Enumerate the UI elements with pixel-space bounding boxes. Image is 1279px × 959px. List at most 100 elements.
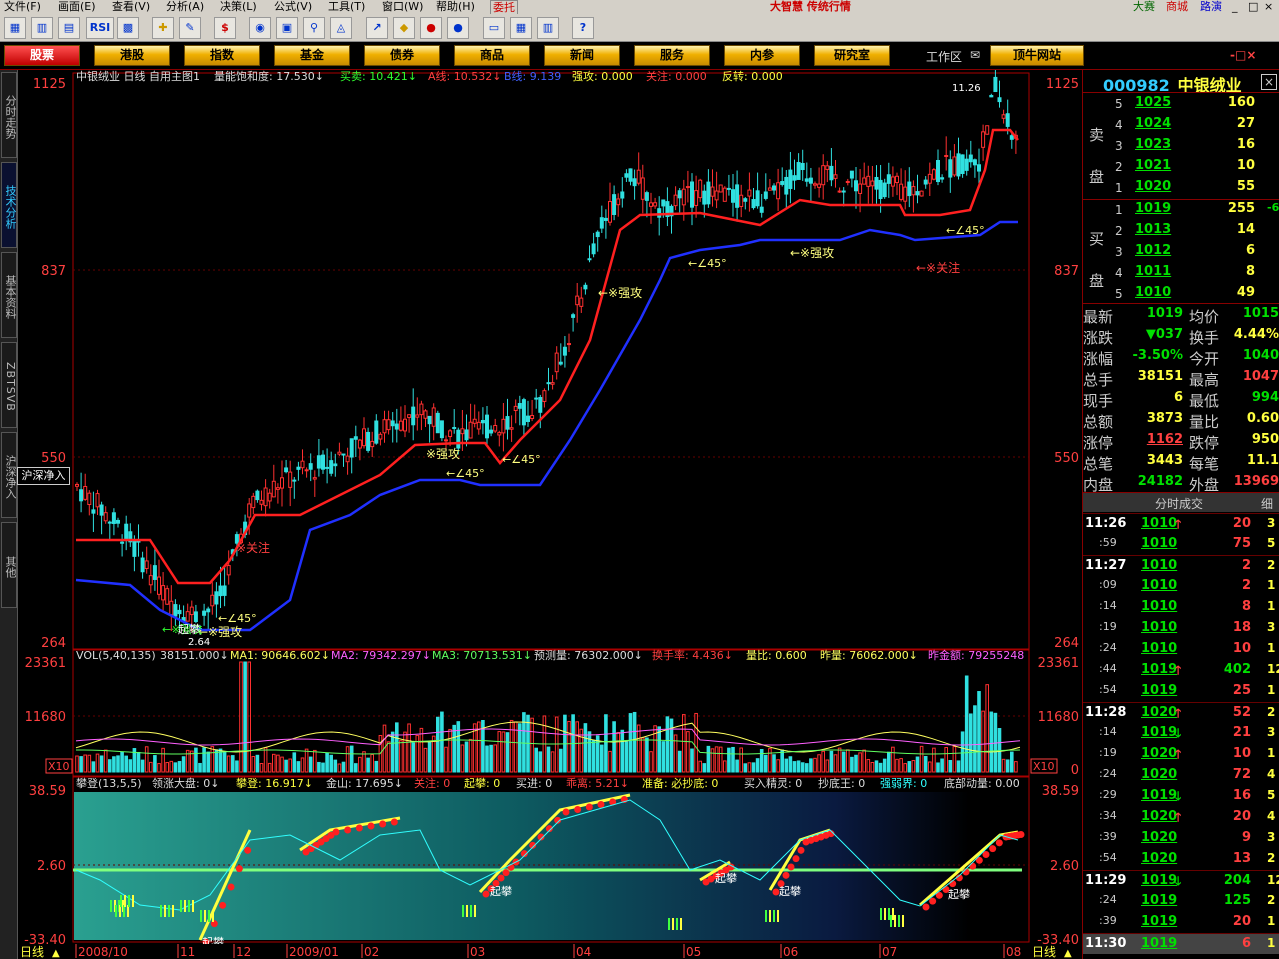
- candle-body: [878, 179, 883, 200]
- clipboard-icon[interactable]: ▭: [483, 17, 505, 39]
- tick-row: :09 1010 2 1: [1083, 576, 1279, 597]
- chart-area[interactable]: 1125 837 550 264 1125 837 550 264 中银绒业 日…: [18, 70, 1082, 959]
- close-panel-icon[interactable]: ×: [1261, 74, 1277, 90]
- buy-price[interactable]: 1019: [1135, 201, 1171, 216]
- arrow-up-icon: 🡑: [1175, 810, 1182, 824]
- nav-funds[interactable]: 基金: [274, 45, 350, 66]
- buy-price[interactable]: 1010: [1135, 285, 1171, 300]
- volume-bar: [538, 751, 543, 773]
- mail-icon[interactable]: ✉: [970, 48, 980, 62]
- menu-tools[interactable]: 工具(T): [328, 0, 365, 13]
- tick-volume: 204: [1223, 873, 1251, 888]
- annotation-strong-2: ←※强攻: [790, 246, 834, 260]
- menu-trade[interactable]: 委托: [490, 0, 518, 14]
- volume-bar: [891, 746, 895, 773]
- volume-bar: [116, 755, 120, 773]
- binoculars-icon[interactable]: ⚲: [303, 17, 325, 39]
- sell-volume: 10: [1236, 158, 1255, 173]
- rsi-button[interactable]: RSI: [86, 17, 114, 39]
- menu-decision[interactable]: 决策(L): [220, 0, 257, 13]
- sell-price[interactable]: 1020: [1135, 179, 1171, 194]
- sell-price[interactable]: 1023: [1135, 137, 1171, 152]
- tab-fundamental[interactable]: 基本资料: [1, 252, 17, 338]
- nav-services[interactable]: 服务: [634, 45, 710, 66]
- volume-bar: [468, 738, 473, 773]
- candle-body: [345, 455, 350, 463]
- help-arrow-icon[interactable]: ?: [572, 17, 594, 39]
- candle-body: [517, 403, 522, 409]
- close-icon[interactable]: ×: [1264, 0, 1273, 13]
- sell-price[interactable]: 1024: [1135, 116, 1171, 131]
- table-icon[interactable]: ▩: [117, 17, 139, 39]
- cross-icon[interactable]: ✚: [152, 17, 174, 39]
- buy-price[interactable]: 1011: [1135, 264, 1171, 279]
- minimize-icon[interactable]: _: [1232, 0, 1238, 13]
- tab-technical[interactable]: 技术分析: [1, 162, 17, 248]
- candle-body: [575, 295, 580, 306]
- bar-chart-icon[interactable]: ▤: [58, 17, 80, 39]
- pencil-icon[interactable]: ✎: [179, 17, 201, 39]
- menu-file[interactable]: 文件(F): [4, 0, 41, 13]
- menu-formula[interactable]: 公式(V): [274, 0, 312, 13]
- link-mall[interactable]: 商城: [1166, 0, 1188, 13]
- circle-red-icon[interactable]: ●: [420, 17, 442, 39]
- menu-view[interactable]: 查看(V): [112, 0, 150, 13]
- nav-insider[interactable]: 内参: [724, 45, 800, 66]
- menu-window[interactable]: 窗口(W): [382, 0, 423, 13]
- tick-volume: 21: [1232, 725, 1251, 740]
- sell-price[interactable]: 1025: [1135, 95, 1171, 110]
- buy-price[interactable]: 1013: [1135, 222, 1171, 237]
- tab-netflow[interactable]: 沪深净入: [1, 432, 17, 518]
- chart-up-icon[interactable]: ↗: [366, 17, 388, 39]
- nav-index[interactable]: 指数: [184, 45, 260, 66]
- ind-buy-spirit: 买入精灵: 0: [744, 777, 802, 790]
- tab-other[interactable]: 其他: [1, 522, 17, 608]
- timeline-mode-right[interactable]: 日线: [1032, 945, 1056, 959]
- menu-help[interactable]: 帮助(H): [436, 0, 475, 13]
- tick-price: 1019: [1141, 788, 1178, 803]
- arrow-down-icon: 🡓: [1175, 789, 1182, 803]
- nav-commodities[interactable]: 商品: [454, 45, 530, 66]
- nav-hk-stocks[interactable]: 港股: [94, 45, 170, 66]
- kline-icon[interactable]: ▥: [31, 17, 53, 39]
- nav-news[interactable]: 新闻: [544, 45, 620, 66]
- link-contest[interactable]: 大赛: [1133, 0, 1155, 13]
- books-icon[interactable]: ▥: [537, 17, 559, 39]
- stat-value: 1047: [1242, 369, 1279, 384]
- ind-buy: 买进: 0: [516, 777, 552, 790]
- volume-bar: [403, 731, 407, 773]
- nav-research[interactable]: 研究室: [814, 45, 890, 66]
- circle-blue-icon[interactable]: ●: [447, 17, 469, 39]
- menu-analysis[interactable]: 分析(A): [166, 0, 204, 13]
- volume-bar: [833, 754, 838, 773]
- buy-price[interactable]: 1012: [1135, 243, 1171, 258]
- candle-body: [780, 181, 785, 185]
- link-roadshow[interactable]: 路演: [1200, 0, 1222, 13]
- window-controls-icon[interactable]: -□×: [1230, 48, 1256, 62]
- menu-view-screen[interactable]: 画面(E): [58, 0, 96, 13]
- volume-bar: [616, 731, 621, 773]
- nav-bonds[interactable]: 债券: [364, 45, 440, 66]
- nav-site[interactable]: 顶牛网站: [990, 45, 1084, 66]
- nav-stocks[interactable]: 股票: [4, 45, 80, 66]
- date-label: 2009/01: [289, 945, 339, 959]
- tab-intraday[interactable]: 分时走势: [1, 72, 17, 158]
- sell-price[interactable]: 1021: [1135, 158, 1171, 173]
- diamond-icon[interactable]: ◆: [393, 17, 415, 39]
- volume-bar: [772, 754, 776, 773]
- workspace-label[interactable]: 工作区: [926, 48, 962, 65]
- timeline-mode-left[interactable]: 日线: [20, 945, 44, 959]
- tab-zbtsvb[interactable]: ZBTSVB: [1, 342, 17, 428]
- triangle-up-icon[interactable]: ▲: [52, 948, 60, 959]
- grid-icon[interactable]: ▦: [4, 17, 26, 39]
- ind-strength: 强弱界: 0: [880, 777, 927, 790]
- vol-y-max-left: 23361: [25, 656, 66, 671]
- dollar-button[interactable]: $: [214, 17, 236, 39]
- restore-icon[interactable]: □: [1248, 0, 1258, 13]
- layout-icon[interactable]: ▣: [276, 17, 298, 39]
- eye-icon[interactable]: ◉: [249, 17, 271, 39]
- ticks-detail-tab[interactable]: 细: [1261, 495, 1273, 512]
- alarm-icon[interactable]: ◬: [330, 17, 352, 39]
- calc-icon[interactable]: ▦: [510, 17, 532, 39]
- triangle-up-icon-right[interactable]: ▲: [1064, 948, 1072, 959]
